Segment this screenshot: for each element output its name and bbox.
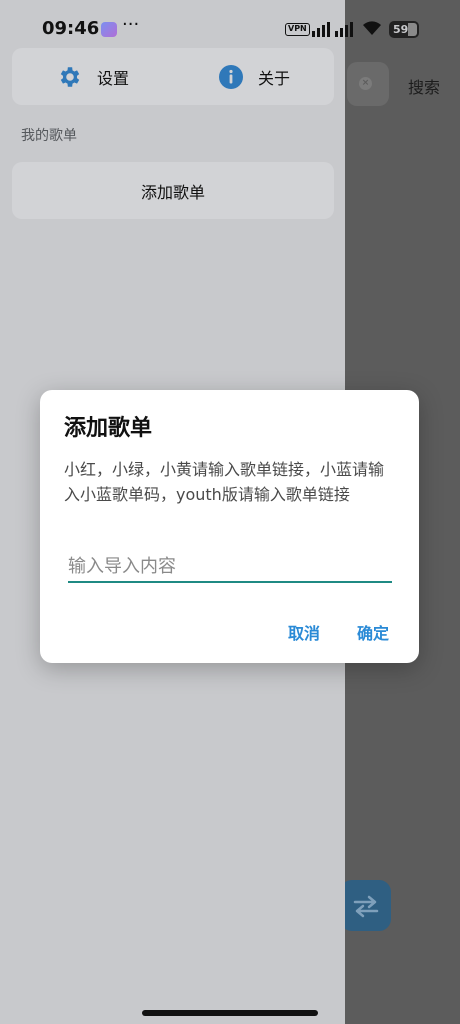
info-icon bbox=[219, 64, 243, 89]
signal-icon bbox=[312, 22, 353, 37]
status-time: 09:46 bbox=[42, 18, 100, 39]
add-playlist-label: 添加歌单 bbox=[140, 182, 205, 202]
settings-label: 设置 bbox=[97, 68, 130, 88]
cancel-button[interactable]: 取消 bbox=[288, 620, 320, 644]
more-notifications-icon: ··· bbox=[122, 14, 140, 35]
dialog-message: 小红，小绿，小黄请输入歌单链接，小蓝请输入小蓝歌单码，youth版请输入歌单链接 bbox=[64, 460, 385, 504]
about-label: 关于 bbox=[258, 68, 291, 88]
swap-fab-button[interactable] bbox=[340, 880, 391, 931]
my-playlists-heading: 我的歌单 bbox=[21, 128, 77, 144]
add-playlist-dialog: 添加歌单 小红，小绿，小黄请输入歌单链接，小蓝请输入小蓝歌单码，youth版请输… bbox=[40, 390, 419, 663]
add-playlist-button[interactable]: 添加歌单 bbox=[12, 162, 334, 219]
search-button[interactable]: 搜索 bbox=[408, 74, 440, 98]
swap-arrows-icon bbox=[353, 895, 378, 917]
clear-icon[interactable]: × bbox=[359, 77, 372, 90]
confirm-button[interactable]: 确定 bbox=[357, 620, 389, 644]
wifi-icon bbox=[363, 21, 381, 35]
dialog-title: 添加歌单 bbox=[64, 416, 153, 441]
status-bar: 09:46 ··· VPN 59 bbox=[0, 0, 460, 60]
gear-icon bbox=[60, 66, 80, 87]
battery-icon: 59 bbox=[389, 21, 419, 38]
import-content-input[interactable] bbox=[68, 553, 392, 583]
vpn-icon: VPN bbox=[285, 23, 310, 36]
app-notification-icon bbox=[101, 22, 117, 37]
home-indicator[interactable] bbox=[142, 1010, 318, 1016]
